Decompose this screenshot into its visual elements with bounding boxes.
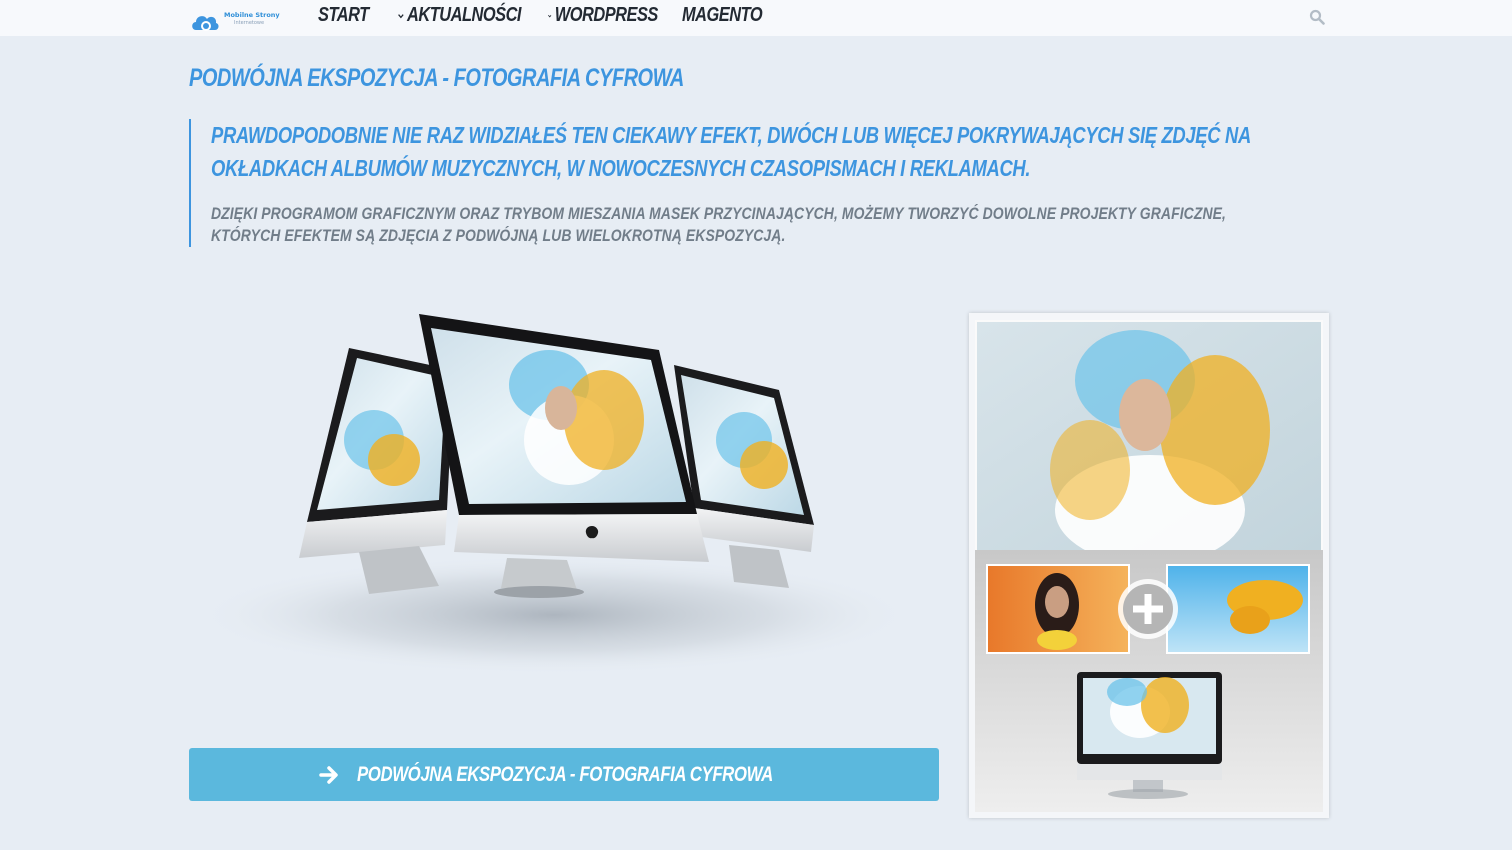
site-logo[interactable]: Mobilne Strony Internetowe — [190, 6, 280, 36]
side-image-card — [969, 313, 1329, 818]
nav-item-wordpress[interactable]: WORDPRESS — [548, 4, 658, 27]
page-title: PODWÓJNA EKSPOZYCJA - FOTOGRAFIA CYFROWA — [189, 64, 684, 92]
logo-text: Mobilne Strony Internetowe — [224, 11, 280, 27]
top-navigation-bar: Mobilne Strony Internetowe START AKTUALN… — [0, 0, 1512, 36]
nav-item-magento[interactable]: MAGENTO — [682, 4, 764, 27]
monitors-mockup-image — [194, 314, 914, 675]
logo-line2: Internetowe — [234, 20, 265, 26]
main-nav: START AKTUALNOŚCI WORDPRESS MAGENTO — [318, 4, 782, 27]
nav-item-label: WORDPRESS — [554, 4, 659, 26]
nav-item-label: MAGENTO — [682, 4, 763, 26]
nav-item-label: AKTUALNOŚCI — [407, 4, 521, 26]
description-text: DZIĘKI PROGRAMOM GRAFICZNYM ORAZ TRYBOM … — [211, 204, 1227, 245]
nav-item-start[interactable]: START — [318, 4, 384, 27]
cloud-logo-icon — [192, 16, 219, 31]
arrow-right-icon — [319, 765, 338, 784]
lead-text: PRAWDOPODOBNIE NIE RAZ WIDZIAŁEŚ TEN CIE… — [211, 122, 1251, 181]
double-exposure-infographic — [975, 320, 1323, 812]
intro-blockquote: PRAWDOPODOBNIE NIE RAZ WIDZIAŁEŚ TEN CIE… — [189, 119, 1301, 247]
nav-item-aktualnosci[interactable]: AKTUALNOŚCI — [398, 4, 521, 27]
read-more-label: PODWÓJNA EKSPOZYCJA - FOTOGRAFIA CYFROWA — [357, 762, 773, 786]
chevron-down-icon — [398, 13, 404, 18]
nav-item-label: START — [318, 4, 369, 26]
logo-line1: Mobilne Strony — [224, 11, 280, 19]
read-more-button[interactable]: PODWÓJNA EKSPOZYCJA - FOTOGRAFIA CYFROWA — [189, 748, 939, 801]
search-icon[interactable] — [1309, 9, 1325, 25]
chevron-down-icon — [548, 14, 552, 17]
